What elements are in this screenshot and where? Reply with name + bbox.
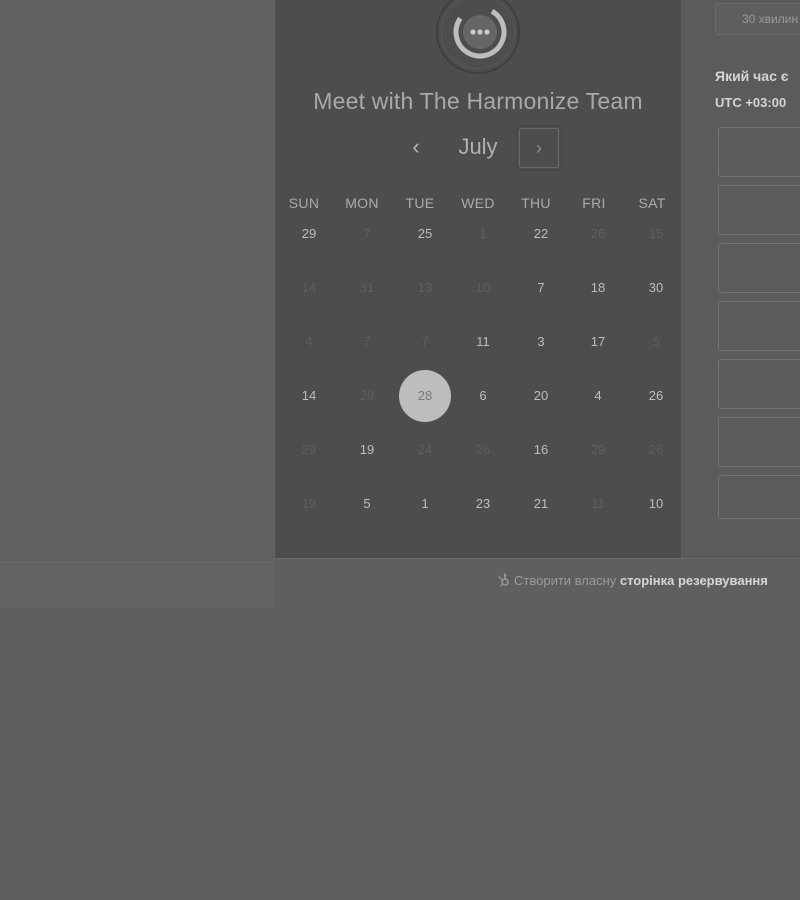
footer-link-bold: сторінка резервування	[619, 573, 768, 588]
calendar-day: 29	[359, 388, 375, 403]
calendar-day[interactable]: 6	[463, 376, 503, 416]
selected-day[interactable]: 28	[399, 370, 451, 422]
calendar-day: 26	[648, 442, 664, 457]
calendar-day[interactable]: 10	[636, 484, 676, 524]
weekday-header: TUE	[405, 195, 435, 211]
calendar-day[interactable]: 21	[521, 484, 561, 524]
calendar-day: 29	[590, 442, 606, 457]
calendar-day[interactable]: 26	[636, 376, 676, 416]
time-slot[interactable]	[718, 359, 800, 409]
calendar-day: 15	[648, 226, 664, 241]
duration-button[interactable]: 30 хвилин	[715, 3, 800, 35]
meeting-title: Meet with The Harmonize Team	[313, 88, 643, 114]
calendar-day: 7	[421, 334, 429, 349]
time-slot[interactable]	[718, 417, 800, 467]
calendar-day: 19	[301, 496, 317, 511]
time-slot[interactable]	[718, 243, 800, 293]
calendar-day: 1	[479, 226, 487, 241]
previous-month-button[interactable]: ‹	[404, 132, 428, 162]
calendar-day[interactable]: 7	[521, 268, 561, 308]
calendar-day: 29	[301, 442, 317, 457]
calendar-day: 10	[475, 280, 491, 295]
calendar-day: 7	[363, 334, 371, 349]
calendar-day: 4	[305, 334, 313, 349]
footer-link-text: Створити власну	[514, 573, 620, 588]
time-slot[interactable]	[718, 127, 800, 177]
calendar-day: 26	[590, 226, 606, 241]
time-question: Який час є	[715, 68, 789, 84]
calendar-day: 7	[363, 226, 371, 241]
calendar-day: 13	[417, 280, 433, 295]
calendar-day: 14	[301, 280, 317, 295]
timezone-label: UTC +03:00	[715, 95, 787, 110]
time-slot[interactable]	[718, 475, 800, 519]
calendar-day[interactable]: 16	[521, 430, 561, 470]
create-booking-page-link[interactable]: Створити власну сторінка резервування	[496, 573, 768, 588]
weekday-header: THU	[521, 195, 551, 211]
calendar-day[interactable]: 19	[347, 430, 387, 470]
left-footer-band	[0, 563, 274, 608]
weekday-header: SAT	[638, 195, 666, 211]
weekday-header: SUN	[288, 195, 320, 211]
hubspot-sprocket-icon	[498, 573, 509, 587]
calendar-day: 5	[652, 334, 660, 349]
calendar-day[interactable]: 11	[463, 322, 503, 362]
weekday-header: WED	[461, 195, 495, 211]
time-slot[interactable]	[718, 301, 800, 351]
calendar-day: 31	[359, 280, 375, 295]
calendar-day[interactable]: 29	[289, 214, 329, 254]
calendar-day[interactable]: 25	[405, 214, 445, 254]
weekday-header: FRI	[582, 195, 606, 211]
calendar-day[interactable]: 22	[521, 214, 561, 254]
month-label: July	[458, 134, 498, 159]
calendar-day[interactable]: 4	[578, 376, 618, 416]
next-month-button[interactable]: ›	[519, 128, 559, 168]
calendar-day[interactable]: 14	[289, 376, 329, 416]
calendar-day[interactable]: 20	[521, 376, 561, 416]
calendar-day: 24	[417, 442, 433, 457]
chat-bubble-icon	[453, 5, 507, 59]
calendar-day[interactable]: 18	[578, 268, 618, 308]
calendar-day[interactable]: 1	[405, 484, 445, 524]
calendar-day[interactable]: 3	[521, 322, 561, 362]
calendar-day[interactable]: 23	[463, 484, 503, 524]
calendar-day: 26	[475, 442, 491, 457]
calendar-day: 11	[591, 496, 605, 511]
calendar-day[interactable]: 5	[347, 484, 387, 524]
weekday-header: MON	[345, 195, 379, 211]
calendar-day[interactable]: 17	[578, 322, 618, 362]
calendar-day[interactable]: 30	[636, 268, 676, 308]
time-slot[interactable]	[718, 185, 800, 235]
